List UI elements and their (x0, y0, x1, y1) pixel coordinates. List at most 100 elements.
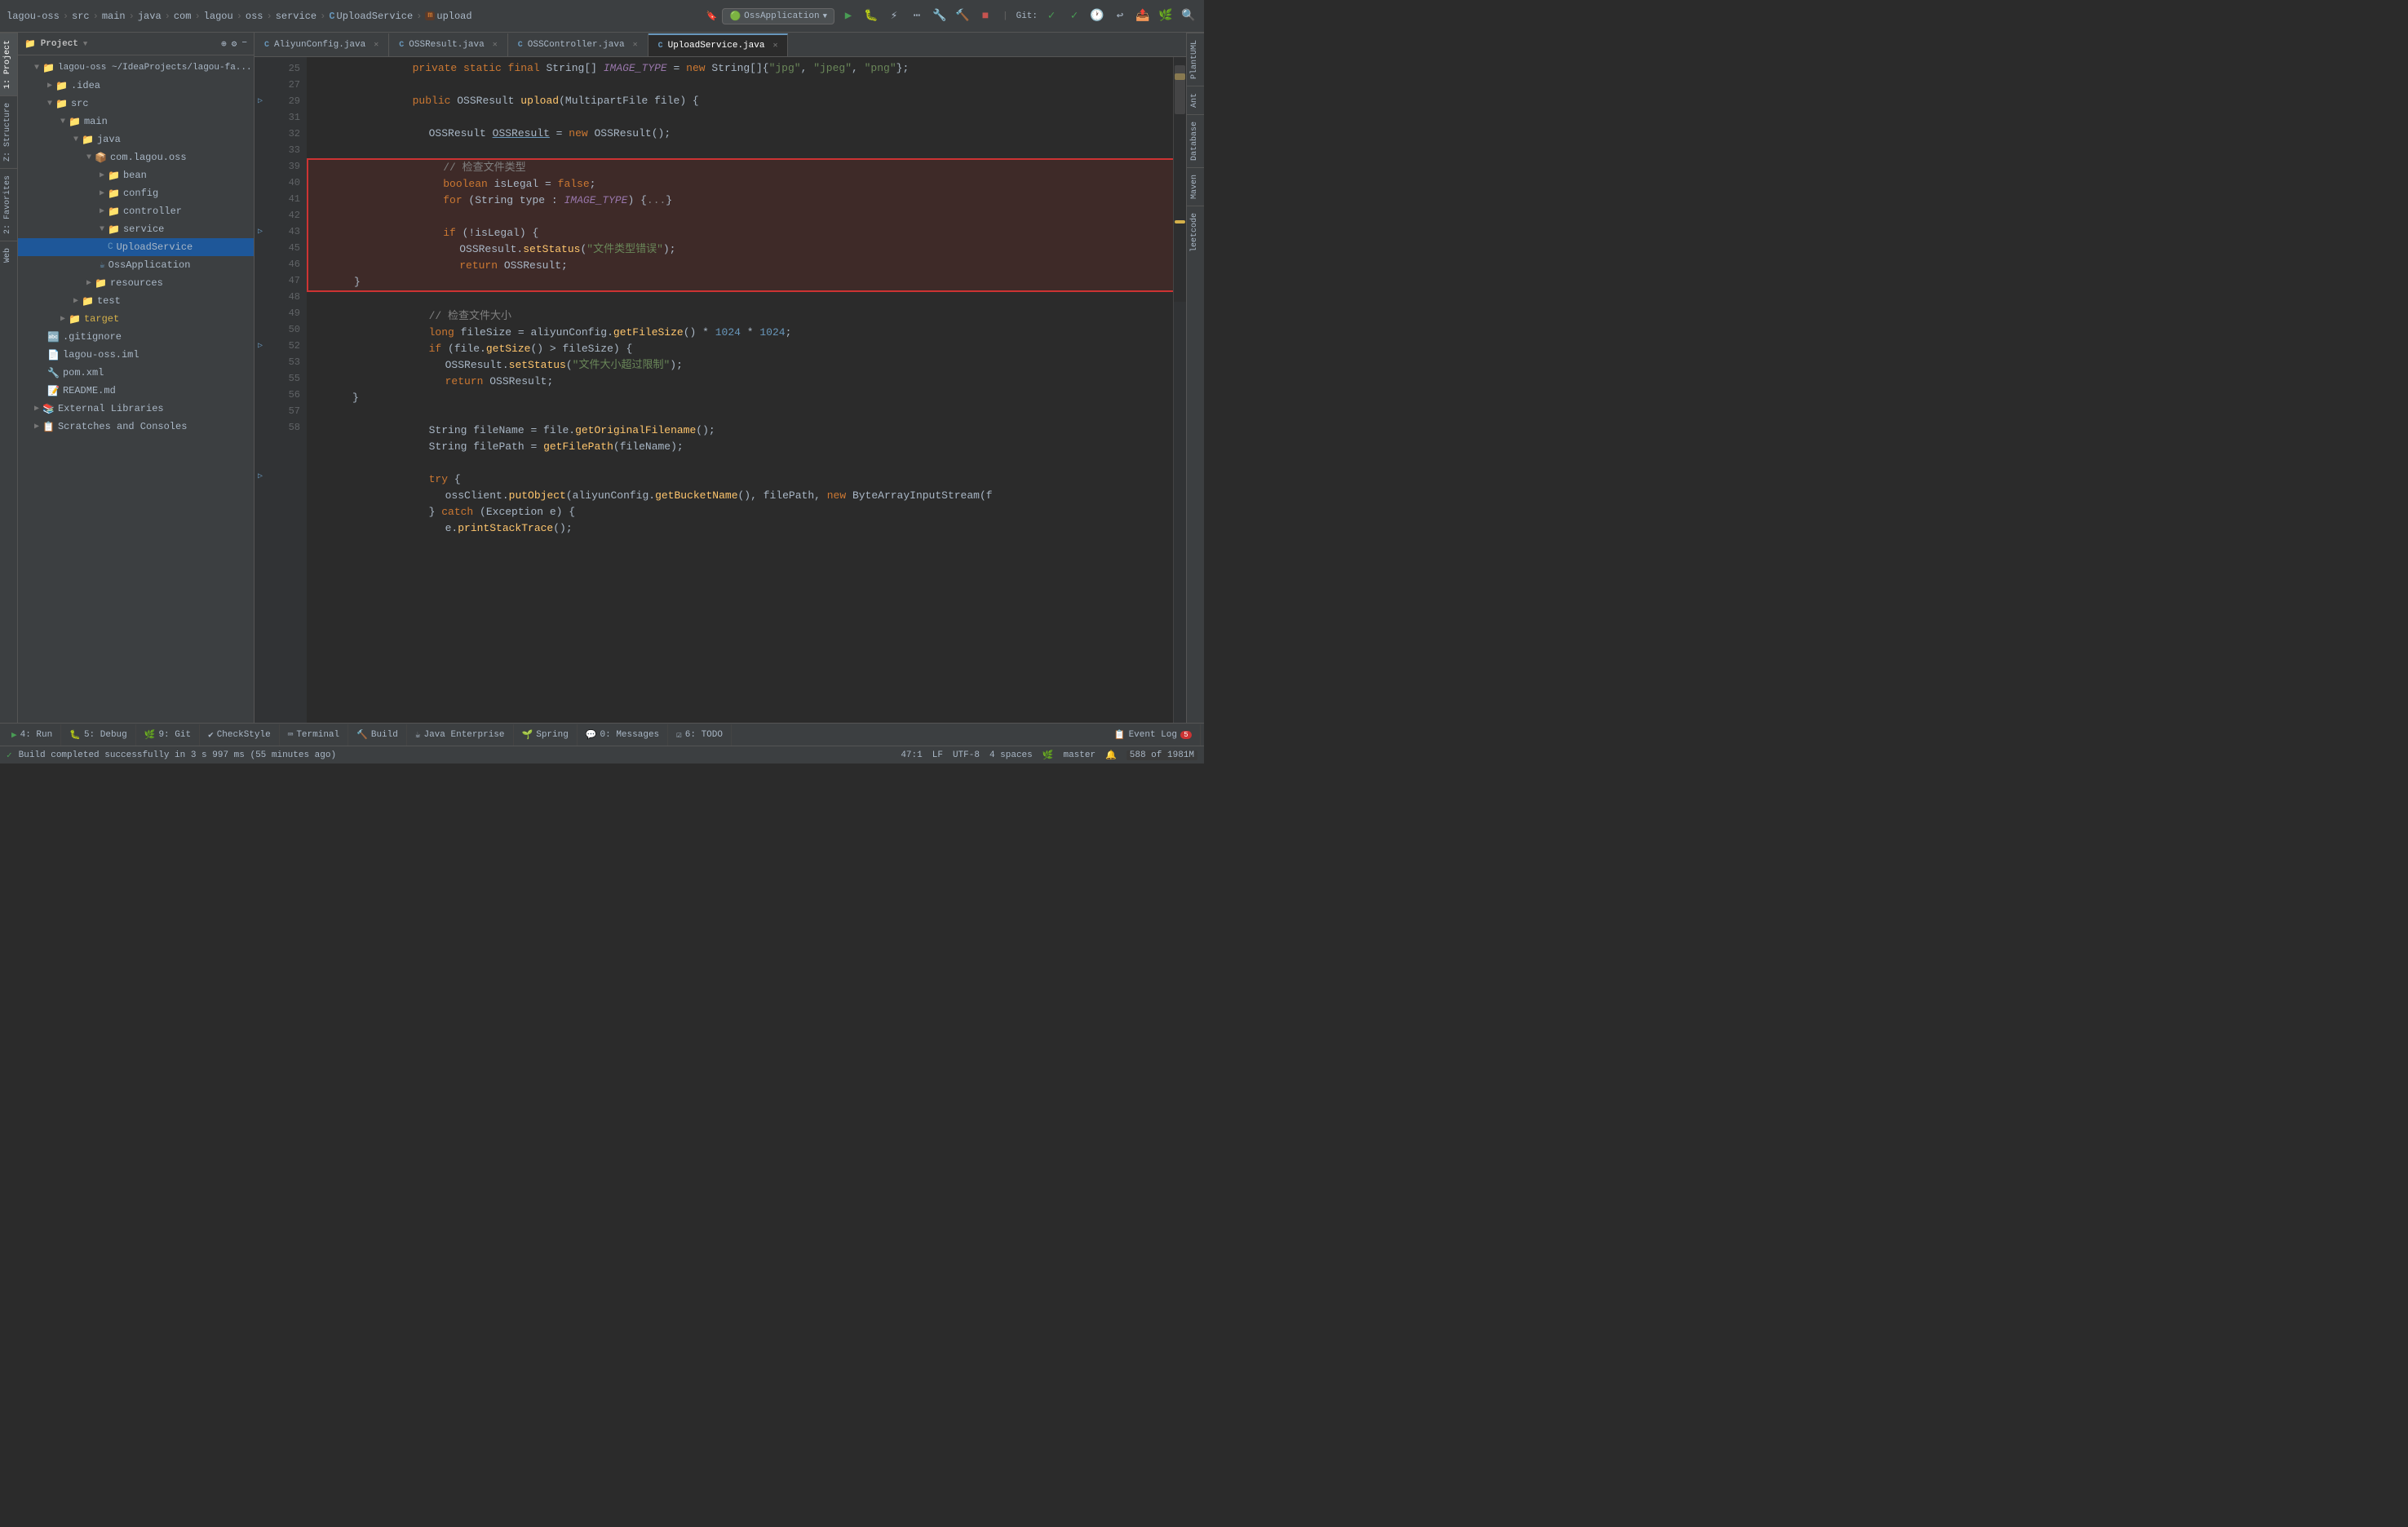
sidebar-item-favorites[interactable]: 2: Favorites (0, 168, 17, 241)
tab-close-button[interactable]: ✕ (633, 40, 638, 50)
tree-label: com.lagou.oss (110, 152, 187, 163)
tree-item-gitignore[interactable]: 🔤 .gitignore (18, 328, 254, 346)
tab-close-button[interactable]: ✕ (493, 40, 498, 50)
git-push-button[interactable]: 📤 (1134, 7, 1152, 25)
tree-item-test[interactable]: 📁 test (18, 292, 254, 310)
tree-item-upload-service[interactable]: C UploadService (18, 238, 254, 256)
tree-item-target[interactable]: 📁 target (18, 310, 254, 328)
bc-java[interactable]: java (138, 11, 162, 22)
bottom-tab-debug[interactable]: 🐛 5: Debug (61, 724, 136, 746)
bottom-tab-event-log[interactable]: 📋 Event Log 5 (1106, 724, 1201, 746)
stop-button[interactable]: ■ (976, 7, 994, 25)
right-tab-database[interactable]: Database (1187, 114, 1204, 167)
git-branches-button[interactable]: 🌿 (1157, 7, 1175, 25)
more-run-button[interactable]: ⋯ (908, 7, 926, 25)
tree-item-lagou-oss[interactable]: 📁 lagou-oss ~/IdeaProjects/lagou-fa... (18, 59, 254, 77)
gutter-57 (255, 501, 266, 517)
tree-item-readme[interactable]: 📝 README.md (18, 382, 254, 400)
tree-item-external-libs[interactable]: 📚 External Libraries (18, 400, 254, 418)
bc-com[interactable]: com (174, 11, 192, 22)
tree-item-iml[interactable]: 📄 lagou-oss.iml (18, 346, 254, 364)
tab-close-button[interactable]: ✕ (772, 41, 777, 51)
tree-item-oss-application[interactable]: ☕ OssApplication (18, 256, 254, 274)
branch-label[interactable]: master (1063, 750, 1096, 760)
memory-indicator[interactable]: 588 of 1981M (1127, 750, 1197, 760)
checkstyle-icon: ✔ (208, 729, 214, 741)
encoding-label[interactable]: UTF-8 (953, 750, 980, 760)
tab-close-button[interactable]: ✕ (374, 40, 378, 50)
position-label[interactable]: 47:1 (901, 750, 922, 760)
right-tab-ant[interactable]: Ant (1187, 86, 1204, 114)
collapse-icon[interactable]: − (241, 38, 247, 50)
tree-label: pom.xml (63, 367, 104, 378)
settings-icon[interactable]: ⚙ (232, 38, 237, 50)
tree-item-pom[interactable]: 🔧 pom.xml (18, 364, 254, 382)
tree-item-main[interactable]: 📁 main (18, 113, 254, 131)
right-tab-maven[interactable]: Maven (1187, 167, 1204, 206)
bc-lagou[interactable]: lagou (204, 11, 233, 22)
emoji2-button[interactable]: 🔨 (954, 7, 972, 25)
git-check2-button[interactable]: ✓ (1065, 7, 1083, 25)
bc-main[interactable]: main (102, 11, 126, 22)
scroll-thumb[interactable] (1175, 65, 1185, 114)
folder-icon: 📁 (55, 98, 68, 110)
tree-item-java[interactable]: 📁 java (18, 131, 254, 148)
gutter-27: ▷ (255, 93, 266, 109)
run-button[interactable]: ▶ (839, 7, 857, 25)
bottom-tab-checkstyle[interactable]: ✔ CheckStyle (200, 724, 280, 746)
bottom-tab-messages[interactable]: 💬 0: Messages (578, 724, 668, 746)
bc-lagou-oss[interactable]: lagou-oss (7, 11, 60, 22)
bottom-tab-java-enterprise[interactable]: ☕ Java Enterprise (407, 724, 514, 746)
bc-oss[interactable]: oss (246, 11, 263, 22)
bc-upload[interactable]: upload (436, 11, 471, 22)
tree-item-src[interactable]: 📁 src (18, 95, 254, 113)
tab-aliyun-config[interactable]: C AliyunConfig.java ✕ (255, 33, 389, 56)
coverage-button[interactable]: ⚡ (885, 7, 903, 25)
messages-icon: 💬 (586, 729, 597, 741)
right-tab-plantuml[interactable]: PlantUML (1187, 33, 1204, 86)
expand-arrow (60, 117, 65, 126)
right-tab-leetcode[interactable]: leetcode (1187, 206, 1204, 259)
bottom-tab-build[interactable]: 🔨 Build (348, 724, 407, 746)
gutter-25 (255, 60, 266, 77)
bottom-tab-todo[interactable]: ☑ 6: TODO (668, 724, 732, 746)
sidebar-item-structure[interactable]: Z: Structure (0, 95, 17, 168)
bottom-tab-terminal[interactable]: ⌨ Terminal (280, 724, 348, 746)
git-history-button[interactable]: 🕐 (1088, 7, 1106, 25)
bottom-tab-spring[interactable]: 🌱 Spring (514, 724, 578, 746)
tree-item-bean[interactable]: 📁 bean (18, 166, 254, 184)
bottom-tab-run[interactable]: ▶ 4: Run (3, 724, 61, 746)
tab-icon: C (518, 41, 523, 50)
tree-item-config[interactable]: 📁 config (18, 184, 254, 202)
sidebar-item-project[interactable]: 1: Project (0, 33, 17, 95)
bc-src[interactable]: src (72, 11, 90, 22)
line-ending-label[interactable]: LF (932, 750, 943, 760)
tab-upload-service[interactable]: C UploadService.java ✕ (648, 33, 789, 56)
tree-item-package[interactable]: 📦 com.lagou.oss (18, 148, 254, 166)
bc-upload-service[interactable]: UploadService (337, 11, 414, 22)
git-rollback-button[interactable]: ↩ (1111, 7, 1129, 25)
tab-oss-result[interactable]: C OSSResult.java ✕ (389, 33, 507, 56)
run-config-dropdown[interactable]: 🟢 OssApplication ▼ (722, 8, 834, 24)
search-button[interactable]: 🔍 (1180, 7, 1197, 25)
breadcrumb: lagou-oss › src › main › java › com › la… (7, 11, 703, 22)
gutter-28 (255, 109, 266, 126)
sidebar-item-web[interactable]: Web (0, 241, 17, 269)
locate-icon[interactable]: ⊕ (221, 38, 227, 50)
code-content[interactable]: private static final String[] IMAGE_TYPE… (307, 57, 1173, 723)
tab-label: CheckStyle (217, 730, 271, 740)
tree-item-service[interactable]: 📁 service (18, 220, 254, 238)
indent-label[interactable]: 4 spaces (989, 750, 1033, 760)
tab-oss-controller[interactable]: C OSSController.java ✕ (508, 33, 648, 56)
notifications-icon[interactable]: 🔔 (1105, 750, 1117, 761)
tree-item-idea[interactable]: 📁 .idea (18, 77, 254, 95)
tree-item-scratches[interactable]: 📋 Scratches and Consoles (18, 418, 254, 436)
git-check-button[interactable]: ✓ (1042, 7, 1060, 25)
bottom-tab-git[interactable]: 🌿 9: Git (136, 724, 200, 746)
tree-item-resources[interactable]: 📁 resources (18, 274, 254, 292)
debug-button[interactable]: 🐛 (862, 7, 880, 25)
bc-service[interactable]: service (276, 11, 316, 22)
scroll-bar[interactable] (1173, 57, 1186, 723)
emoji1-button[interactable]: 🔧 (931, 7, 949, 25)
tree-item-controller[interactable]: 📁 controller (18, 202, 254, 220)
